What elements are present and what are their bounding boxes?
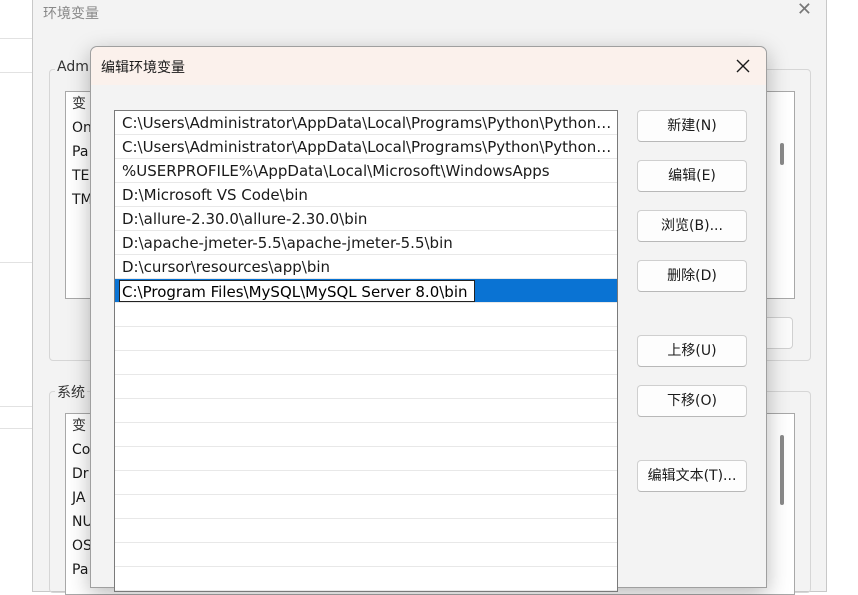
path-edit-value: C:\Program Files\MySQL\MySQL Server 8.0\…: [122, 283, 468, 301]
path-item[interactable]: C:\Users\Administrator\AppData\Local\Pro…: [115, 135, 617, 159]
path-edit-input[interactable]: C:\Program Files\MySQL\MySQL Server 8.0\…: [119, 280, 475, 302]
move-down-button[interactable]: 下移(O): [637, 385, 747, 417]
close-icon[interactable]: ✕: [797, 0, 812, 20]
path-item-selected[interactable]: C:\Program Files\MySQL\MySQL Server 8.0\…: [115, 279, 617, 303]
path-item[interactable]: D:\allure-2.30.0\allure-2.30.0\bin: [115, 207, 617, 231]
empty-row: [115, 375, 617, 399]
empty-row: [115, 519, 617, 543]
move-up-button[interactable]: 上移(U): [637, 335, 747, 367]
path-item[interactable]: D:\cursor\resources\app\bin: [115, 255, 617, 279]
system-variables-label: 系统: [55, 382, 87, 402]
empty-row: [115, 567, 617, 591]
divider: [0, 406, 32, 407]
background-left-panel: [0, 0, 32, 572]
divider: [0, 38, 32, 39]
empty-row: [115, 471, 617, 495]
dialog-title: 编辑环境变量: [101, 60, 185, 76]
browse-button[interactable]: 浏览(B)...: [637, 210, 747, 242]
empty-row: [115, 423, 617, 447]
path-item[interactable]: D:\Microsoft VS Code\bin: [115, 183, 617, 207]
close-icon: [736, 59, 750, 73]
edit-text-button[interactable]: 编辑文本(T)...: [637, 460, 747, 492]
path-item[interactable]: D:\apache-jmeter-5.5\apache-jmeter-5.5\b…: [115, 231, 617, 255]
new-button[interactable]: 新建(N): [637, 110, 747, 142]
divider: [0, 262, 32, 263]
scrollbar[interactable]: [780, 143, 784, 165]
empty-row: [115, 303, 617, 327]
scrollbar[interactable]: [780, 435, 784, 505]
path-item[interactable]: C:\Users\Administrator\AppData\Local\Pro…: [115, 111, 617, 135]
divider: [0, 428, 32, 429]
empty-row: [115, 399, 617, 423]
empty-row: [115, 351, 617, 375]
empty-row: [115, 543, 617, 567]
close-button[interactable]: [728, 51, 758, 81]
path-list[interactable]: C:\Users\Administrator\AppData\Local\Pro…: [114, 110, 618, 592]
edit-environment-variable-dialog: 编辑环境变量 C:\Users\Administrator\AppData\Lo…: [90, 46, 767, 592]
delete-button[interactable]: 删除(D): [637, 260, 747, 292]
window-title: 环境变量: [43, 6, 99, 22]
user-variables-label: Adm: [55, 59, 91, 75]
empty-row: [115, 327, 617, 351]
empty-row: [115, 495, 617, 519]
empty-row: [115, 447, 617, 471]
path-item[interactable]: %USERPROFILE%\AppData\Local\Microsoft\Wi…: [115, 159, 617, 183]
title-bar: 编辑环境变量: [91, 47, 766, 85]
edit-button[interactable]: 编辑(E): [637, 160, 747, 192]
divider: [0, 72, 32, 73]
